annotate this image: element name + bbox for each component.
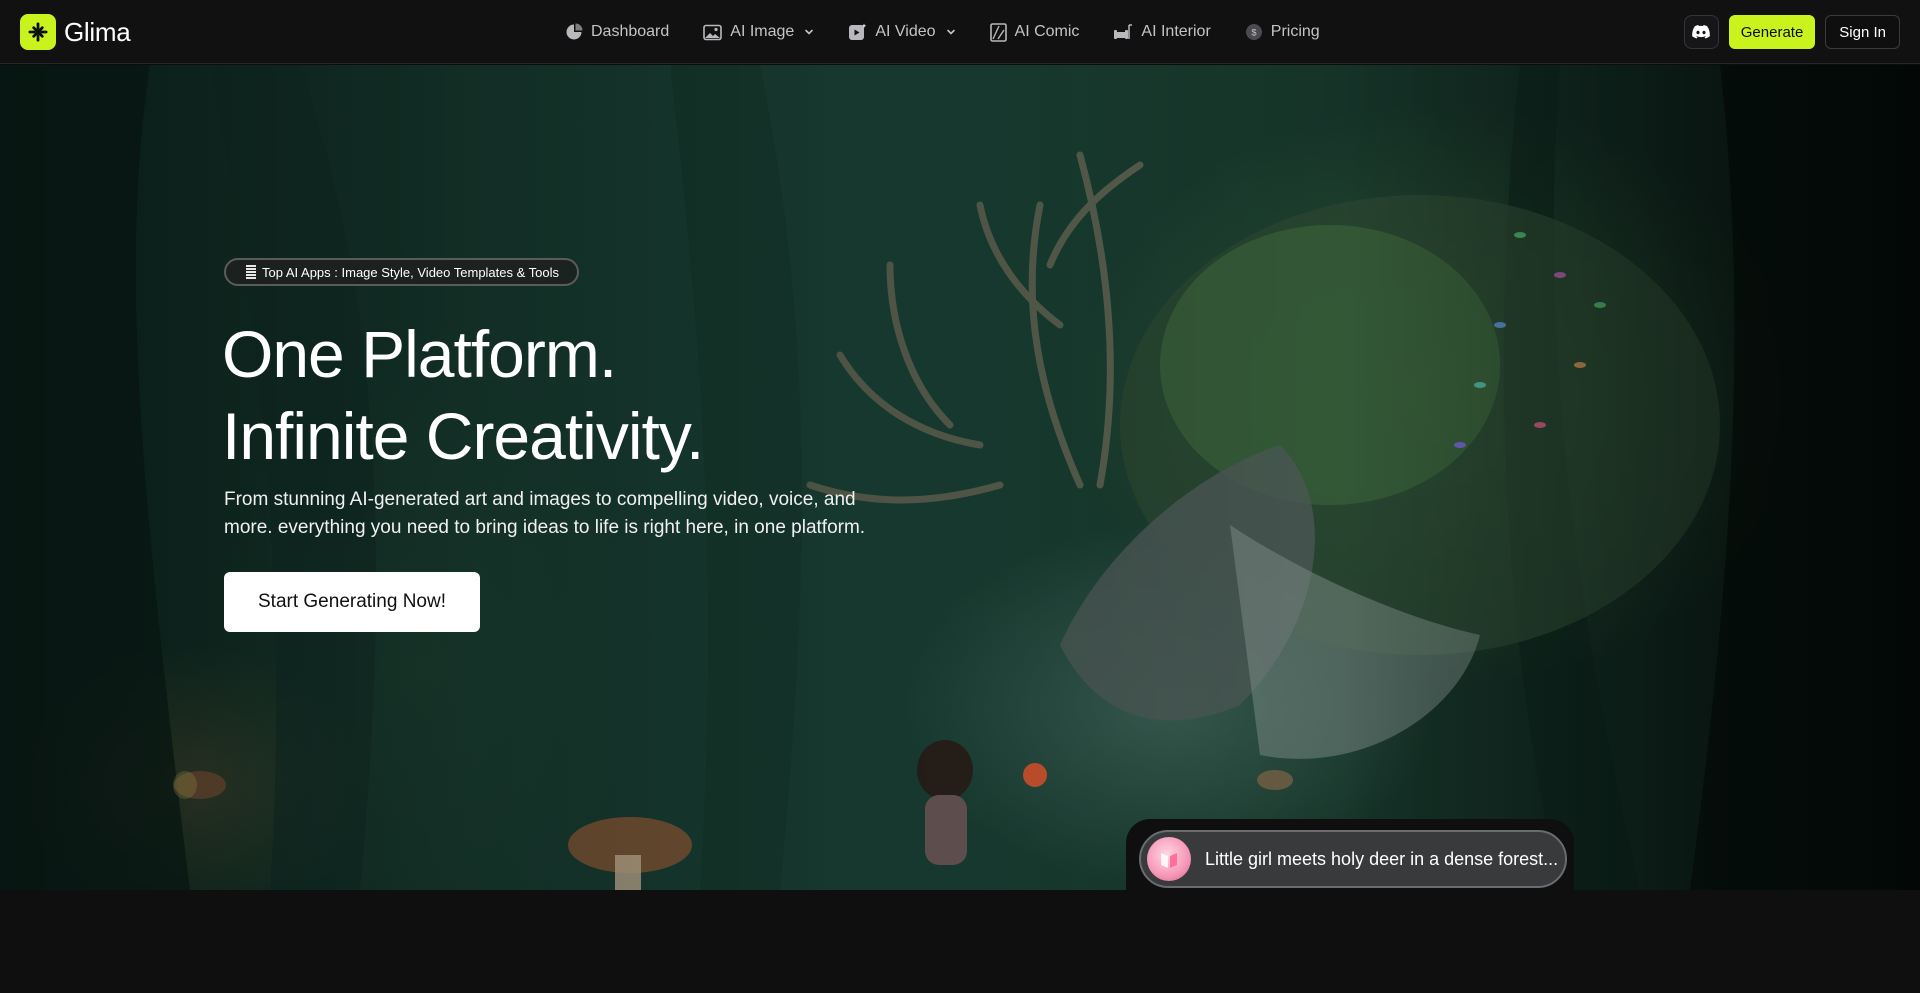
nav-dashboard-label: Dashboard (591, 23, 670, 40)
hero-headline-line-2: Infinite Creativity. (222, 399, 704, 473)
brand-name: Glima (64, 16, 131, 47)
chevron-down-icon (805, 29, 814, 35)
generate-button[interactable]: Generate (1728, 15, 1816, 49)
nav-ai-image-label: AI Image (730, 23, 795, 40)
hero-overlay (0, 65, 1920, 890)
hero-badge: Top AI Apps : Image Style, Video Templat… (224, 258, 580, 286)
sign-in-button[interactable]: Sign In (1825, 15, 1900, 49)
comic-icon (989, 22, 1007, 42)
discord-button[interactable] (1683, 15, 1719, 49)
page-below-fold (0, 890, 1920, 993)
nav-dashboard[interactable]: Dashboard (565, 23, 669, 41)
prompt-preview[interactable]: Little girl meets holy deer in a dense f… (1139, 830, 1567, 888)
start-generating-button[interactable]: Start Generating Now! (224, 572, 480, 632)
nav-ai-comic-label: AI Comic (1014, 23, 1080, 40)
hero-headline: One Platform. Infinite Creativity. (222, 313, 704, 477)
logo-icon (20, 14, 56, 50)
main-nav: Dashboard AI Image AI Video AI Comic AI … (565, 0, 1320, 64)
nav-ai-interior-label: AI Interior (1141, 23, 1211, 40)
nav-ai-interior[interactable]: AI Interior (1113, 23, 1211, 41)
hero-badge-text: Top AI Apps : Image Style, Video Templat… (262, 264, 560, 280)
nav-pricing[interactable]: $ Pricing (1245, 23, 1320, 41)
hero-subtitle: From stunning AI-generated art and image… (224, 489, 866, 538)
dashboard-icon (566, 23, 583, 40)
header-actions: Generate Sign In (1683, 15, 1900, 49)
nav-ai-comic[interactable]: AI Comic (989, 22, 1080, 42)
document-icon (246, 265, 256, 279)
nav-ai-image[interactable]: AI Image (703, 23, 814, 41)
image-icon (703, 24, 723, 40)
nav-ai-video-label: AI Video (875, 23, 936, 40)
hero-section: Top AI Apps : Image Style, Video Templat… (0, 65, 1920, 890)
prompt-avatar-icon (1147, 837, 1191, 881)
coin-icon: $ (1245, 24, 1262, 40)
interior-icon (1114, 24, 1133, 39)
prompt-text: Little girl meets holy deer in a dense f… (1205, 848, 1559, 869)
nav-pricing-label: Pricing (1270, 23, 1320, 40)
logo[interactable]: Glima (20, 14, 131, 50)
svg-text:$: $ (1251, 28, 1256, 38)
top-navbar: Glima Dashboard AI Image AI Video AI Com… (0, 0, 1920, 64)
nav-ai-video[interactable]: AI Video (848, 23, 955, 41)
video-icon (849, 23, 867, 40)
discord-icon (1692, 25, 1711, 39)
hero-headline-line-1: One Platform. (222, 317, 617, 391)
chevron-down-icon (946, 29, 955, 35)
